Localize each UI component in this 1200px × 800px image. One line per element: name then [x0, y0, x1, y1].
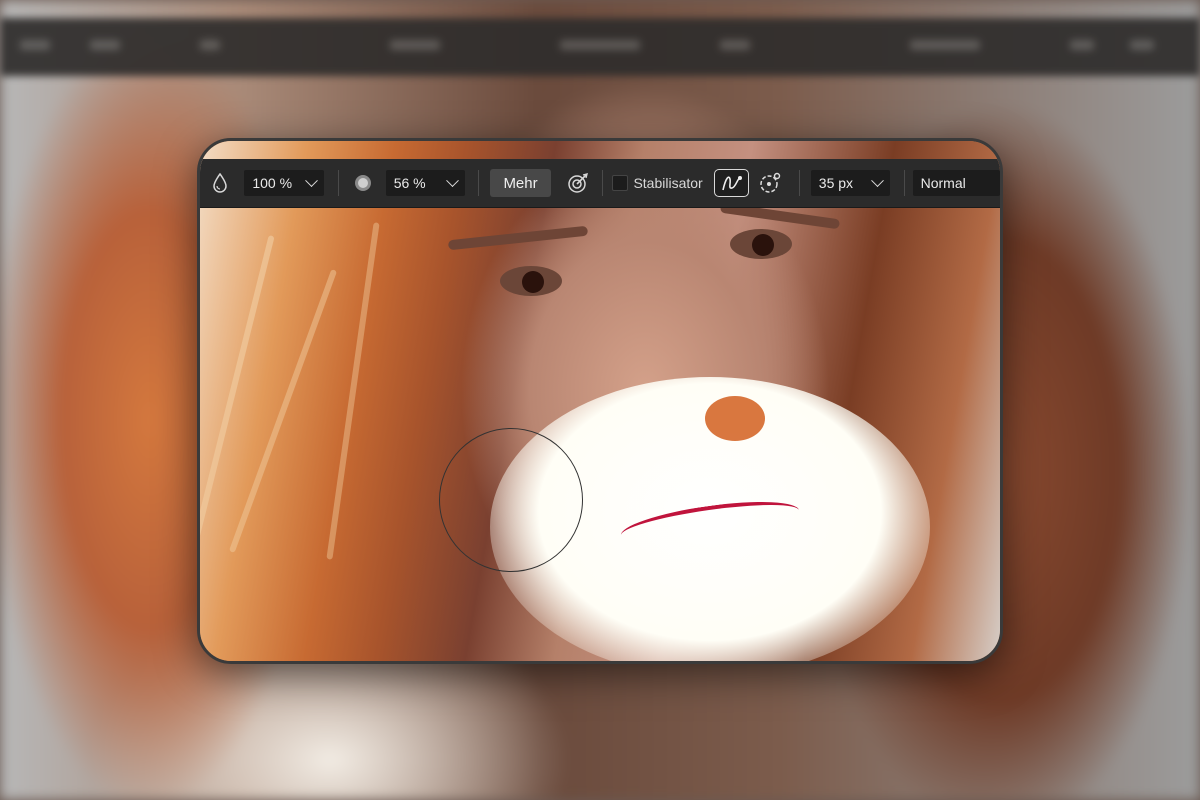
size-dropdown[interactable]: 35 px [810, 170, 891, 196]
window-mode-button[interactable] [753, 169, 788, 197]
chevron-down-icon [305, 173, 318, 187]
separator [903, 170, 905, 196]
brush-cursor [439, 428, 583, 572]
photo-canvas[interactable] [200, 141, 1000, 661]
size-value: 35 px [818, 175, 854, 191]
stabilizer-checkbox[interactable] [612, 175, 628, 191]
chevron-down-icon [446, 173, 460, 187]
blurred-background-toolbar [0, 18, 1200, 76]
separator [337, 170, 339, 196]
brush-target-icon[interactable] [567, 172, 589, 194]
more-button[interactable]: Mehr [490, 169, 551, 197]
lasso-circle-icon [760, 172, 781, 193]
stabilizer-label: Stabilisator [633, 175, 703, 191]
flow-value: 100 % [252, 175, 293, 191]
separator [477, 170, 479, 196]
flow-dropdown[interactable]: 100 % [244, 170, 324, 196]
zoomed-editor-panel: 100 % 56 % Mehr Stabilisator 35 px Norma… [197, 138, 1003, 664]
blend-mode-dropdown[interactable]: Normal [912, 170, 1000, 196]
rope-mode-button[interactable] [714, 169, 750, 197]
water-drop-icon [210, 172, 231, 194]
blend-mode-value: Normal [920, 175, 966, 191]
context-toolbar: 100 % 56 % Mehr Stabilisator 35 px Norma… [200, 159, 1000, 208]
hardness-circle-icon [352, 172, 373, 194]
hardness-dropdown[interactable]: 56 % [385, 170, 466, 196]
hardness-value: 56 % [393, 175, 426, 191]
chevron-down-icon [871, 173, 885, 187]
separator [799, 170, 801, 196]
separator [601, 170, 603, 196]
rope-stroke-icon [721, 176, 742, 191]
